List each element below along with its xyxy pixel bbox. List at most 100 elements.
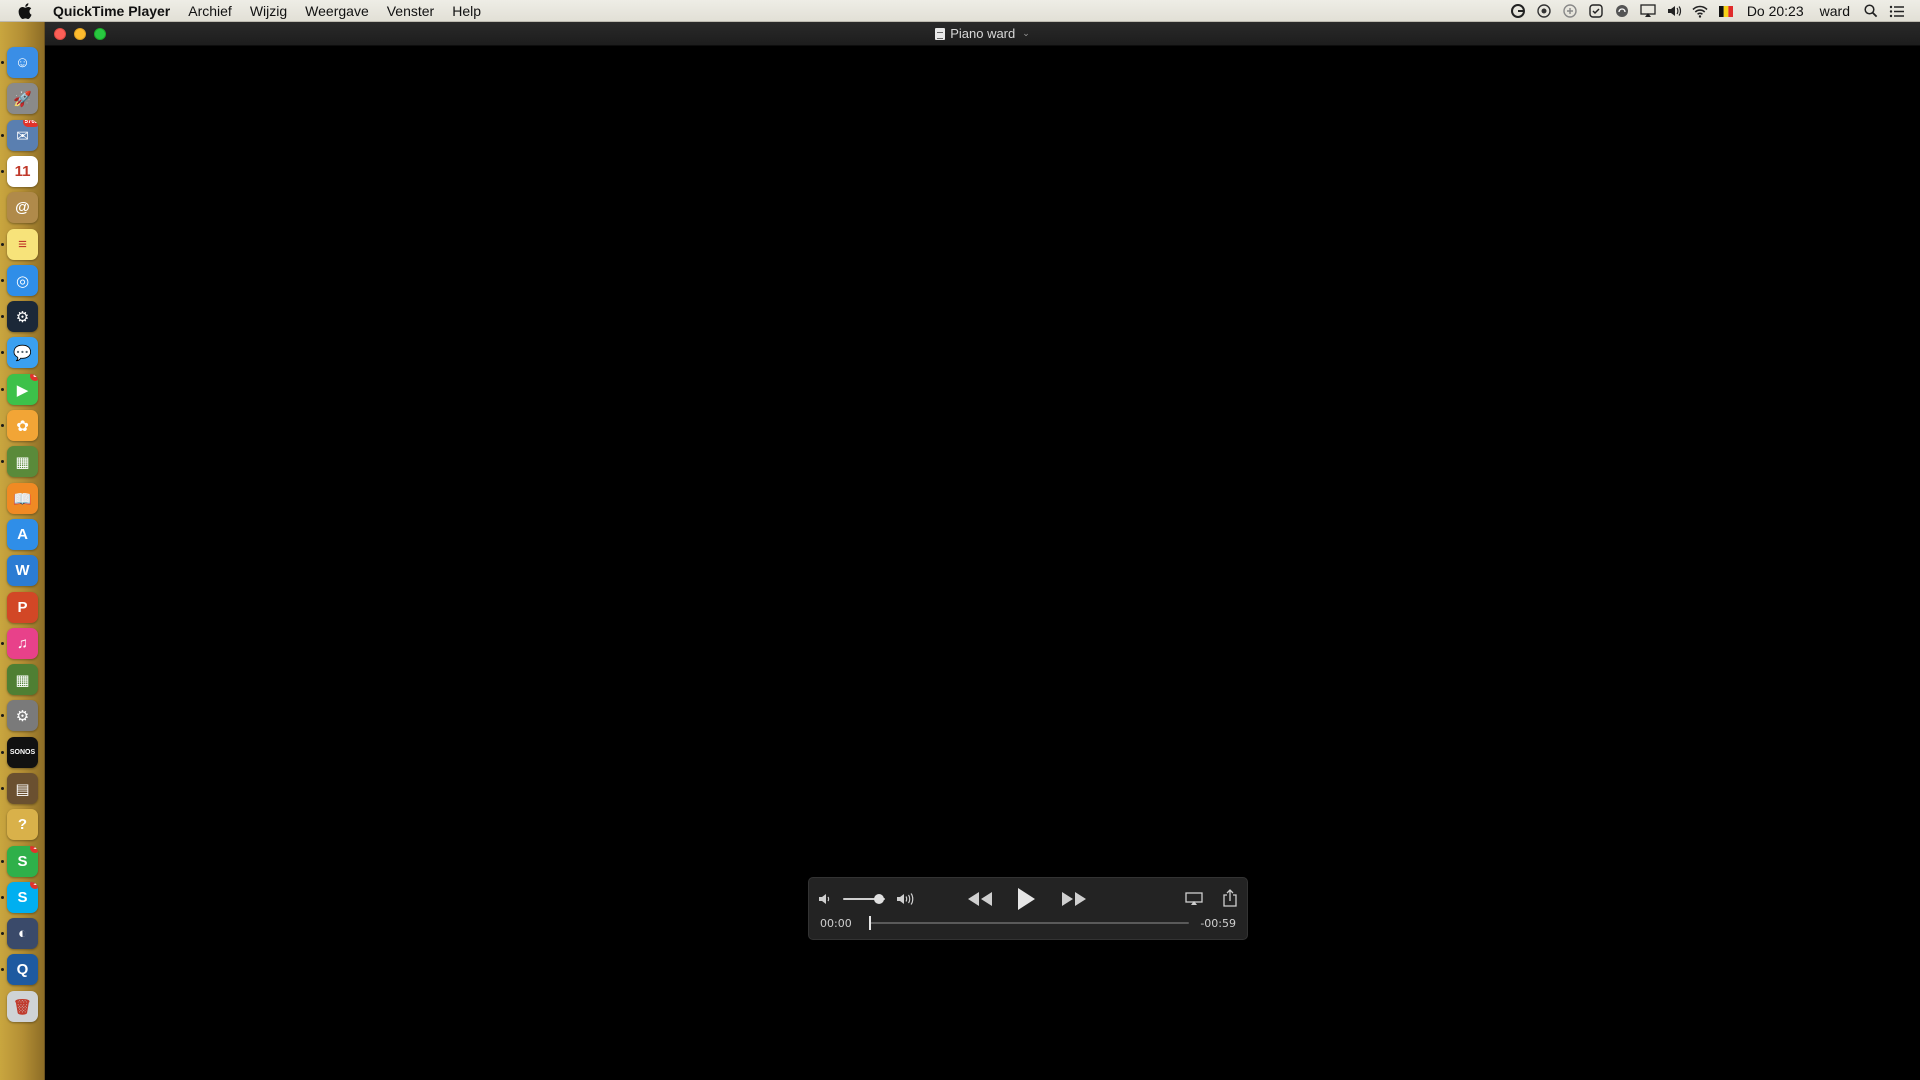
timeline-playhead[interactable] bbox=[869, 916, 871, 930]
dock-item-box-app[interactable]: ▤ bbox=[7, 773, 38, 804]
dock-item-quicktime[interactable]: Q bbox=[7, 954, 38, 985]
player-window: Piano ward ⌄ 00:00 -00:59 bbox=[45, 22, 1920, 1080]
dock-item-messages[interactable]: 💬 bbox=[7, 337, 38, 368]
skype-icon: S bbox=[17, 889, 28, 906]
minecraft-2-icon: ▦ bbox=[15, 671, 30, 689]
dock-item-itunes[interactable]: ♫ bbox=[7, 628, 38, 659]
ibooks-icon: 📖 bbox=[13, 490, 32, 508]
dock-badge: 1 bbox=[30, 882, 38, 889]
mail-icon: ✉ bbox=[16, 127, 29, 145]
running-indicator bbox=[1, 134, 4, 137]
dock-item-notes[interactable]: ≡ bbox=[7, 229, 38, 260]
menu-bar: QuickTime Player Archief Wijzig Weergave… bbox=[0, 0, 1920, 22]
dock-item-minecraft-2[interactable]: ▦ bbox=[7, 664, 38, 695]
dock-item-ibooks[interactable]: 📖 bbox=[7, 483, 38, 514]
dock-item-facetime[interactable]: ▶ 8 bbox=[7, 374, 38, 405]
menu-archief[interactable]: Archief bbox=[179, 0, 241, 22]
dock-item-dj-app[interactable]: ◐ bbox=[7, 918, 38, 949]
play-icon[interactable] bbox=[1014, 886, 1038, 912]
menu-venster[interactable]: Venster bbox=[378, 0, 443, 22]
maximize-button[interactable] bbox=[94, 28, 106, 40]
volume-high-icon[interactable] bbox=[895, 891, 917, 907]
status-icon-3[interactable] bbox=[1557, 0, 1583, 22]
dock-item-help[interactable]: ? bbox=[7, 809, 38, 840]
volume-low-icon[interactable] bbox=[817, 891, 833, 907]
volume-icon[interactable] bbox=[1661, 0, 1687, 22]
checkmark-circle-icon[interactable] bbox=[1583, 0, 1609, 22]
playback-controls: 00:00 -00:59 bbox=[808, 877, 1248, 940]
contacts-icon: @ bbox=[15, 199, 30, 216]
dock-item-slack-like[interactable]: S1 bbox=[7, 846, 38, 877]
facetime-icon: ▶ bbox=[16, 381, 29, 399]
powerpoint-icon: P bbox=[17, 599, 28, 616]
dock-item-app-store[interactable]: A bbox=[7, 519, 38, 550]
launchpad-icon: 🚀 bbox=[13, 90, 32, 108]
trash-icon: 🗑 bbox=[12, 998, 33, 1016]
chevron-down-icon: ⌄ bbox=[1022, 28, 1030, 38]
dock-item-mail[interactable]: ✉ 5765 bbox=[7, 120, 38, 151]
running-indicator bbox=[1, 279, 4, 282]
menu-weergave[interactable]: Weergave bbox=[296, 0, 378, 22]
dock-item-minecraft[interactable]: ▦ bbox=[7, 446, 38, 477]
running-indicator bbox=[1, 460, 4, 463]
dock-item-steam[interactable]: ⚙ bbox=[7, 301, 38, 332]
running-indicator bbox=[1, 714, 4, 717]
dock-item-finder[interactable]: ☺ bbox=[7, 47, 38, 78]
notification-list-icon[interactable] bbox=[1884, 0, 1910, 22]
grammarly-icon[interactable] bbox=[1505, 0, 1531, 22]
dock-item-calendar[interactable]: 11 bbox=[7, 156, 38, 187]
dock-item-sonos[interactable]: SONOS bbox=[7, 737, 38, 768]
airplay-icon[interactable] bbox=[1184, 890, 1204, 908]
system-preferences-icon: ⚙ bbox=[15, 707, 30, 725]
dock-item-skype[interactable]: S1 bbox=[7, 882, 38, 913]
quicktime-icon: Q bbox=[16, 961, 29, 978]
dock-item-word[interactable]: W bbox=[7, 555, 38, 586]
dock-item-contacts[interactable]: @ bbox=[7, 192, 38, 223]
dock-item-system-preferences[interactable]: ⚙ bbox=[7, 700, 38, 731]
apple-logo-icon[interactable] bbox=[14, 0, 36, 22]
finder-icon: ☺ bbox=[14, 54, 31, 71]
sync-icon[interactable] bbox=[1609, 0, 1635, 22]
dock-item-powerpoint[interactable]: P bbox=[7, 592, 38, 623]
running-indicator bbox=[1, 896, 4, 899]
window-title: Piano ward bbox=[950, 26, 1016, 41]
running-indicator bbox=[1, 642, 4, 645]
dock-badge: 1 bbox=[30, 846, 38, 853]
close-button[interactable] bbox=[54, 28, 66, 40]
slack-like-icon: S bbox=[17, 853, 28, 870]
rewind-icon[interactable] bbox=[966, 889, 994, 909]
window-title-group[interactable]: Piano ward ⌄ bbox=[935, 26, 1030, 41]
volume-slider-knob[interactable] bbox=[873, 894, 884, 904]
timeline-scrubber[interactable] bbox=[869, 922, 1189, 924]
word-icon: W bbox=[15, 562, 30, 579]
controls-row bbox=[809, 886, 1247, 912]
share-icon[interactable] bbox=[1222, 888, 1238, 908]
steam-icon: ⚙ bbox=[15, 308, 30, 326]
airplay-icon[interactable] bbox=[1635, 0, 1661, 22]
title-bar[interactable]: Piano ward ⌄ bbox=[45, 22, 1920, 46]
dock-item-launchpad[interactable]: 🚀 bbox=[7, 83, 38, 114]
dj-app-icon: ◐ bbox=[17, 925, 28, 942]
dock-item-safari[interactable]: ◎ bbox=[7, 265, 38, 296]
messages-icon: 💬 bbox=[13, 344, 32, 362]
dock-badge: 8 bbox=[30, 374, 38, 381]
clock[interactable]: Do 20:23 bbox=[1739, 3, 1812, 19]
dock-item-photos[interactable]: ✿ bbox=[7, 410, 38, 441]
dock-badge: 5765 bbox=[22, 120, 38, 127]
running-indicator bbox=[1, 968, 4, 971]
remaining-time: -00:59 bbox=[1200, 917, 1236, 930]
fast-forward-icon[interactable] bbox=[1060, 889, 1088, 909]
menu-wijzig[interactable]: Wijzig bbox=[241, 0, 296, 22]
menu-help[interactable]: Help bbox=[443, 0, 490, 22]
dock-item-trash[interactable]: 🗑 bbox=[7, 991, 38, 1022]
minimize-button[interactable] bbox=[74, 28, 86, 40]
running-indicator bbox=[1, 424, 4, 427]
menu-app-name[interactable]: QuickTime Player bbox=[36, 0, 179, 22]
status-icon-2[interactable] bbox=[1531, 0, 1557, 22]
window-controls bbox=[54, 28, 106, 40]
running-indicator bbox=[1, 170, 4, 173]
search-icon[interactable] bbox=[1858, 0, 1884, 22]
user-name[interactable]: ward bbox=[1812, 3, 1858, 19]
flag-icon[interactable] bbox=[1713, 0, 1739, 22]
wifi-icon[interactable] bbox=[1687, 0, 1713, 22]
